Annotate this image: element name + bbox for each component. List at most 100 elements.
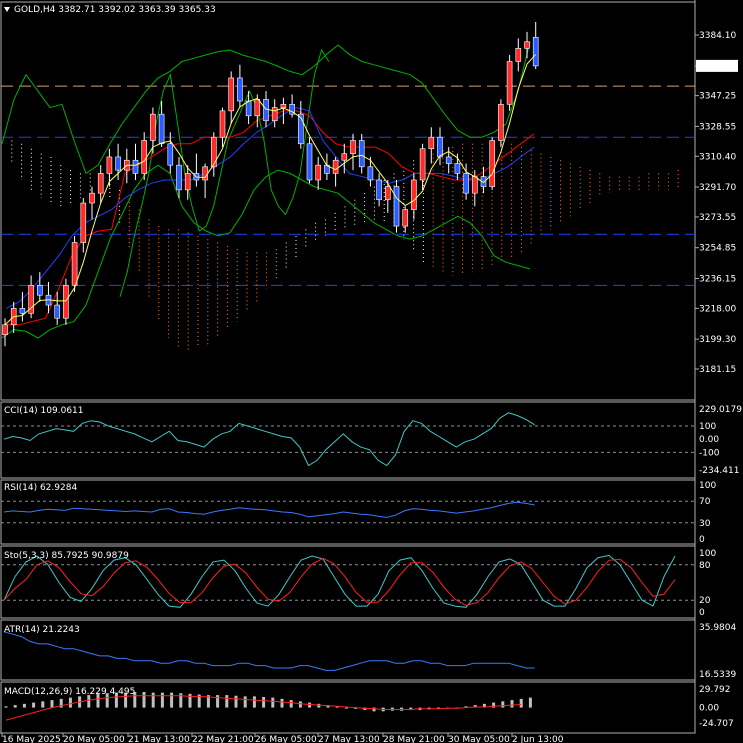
time-tick-label: 27 May 13:00 [318,735,380,743]
candle [158,113,165,145]
candle [36,285,43,296]
time-tick-label: 2 Jun 13:00 [512,735,564,743]
rsi-tick-label: 0 [699,535,705,545]
candle [315,164,322,181]
candle [106,156,113,174]
macd-histogram-bar [170,692,174,708]
stochastic-tick-label: 100 [699,549,716,559]
stochastic-pane[interactable]: Sto(5,3,3) 85.7925 90.9879 100 80 20 0 [1,549,716,618]
cci-pane[interactable]: CCI(14) 109.0611 229.0179 100 0.00 -100 -234.… [1,405,742,476]
macd-histogram-bar [519,698,523,708]
macd-histogram-bar [252,696,256,708]
candle [228,77,234,112]
candle [350,140,356,154]
macd-histogram-bar [308,702,312,708]
cci-tick-label: 0.00 [699,435,719,445]
price-tick-label: 3218.00 [699,304,736,314]
candle [506,61,513,105]
candle [437,136,443,158]
candle [63,285,69,319]
time-tick-label: 16 May 2025 [2,735,61,743]
candle [384,186,391,201]
price-tick-label: 3236.15 [699,274,736,284]
candle [341,153,348,161]
macd-histogram-bar [243,696,247,708]
macd-histogram-bar [298,701,302,708]
atr-label: ATR(14) 21.2243 [4,625,80,635]
stochastic-tick-label: 80 [699,561,711,571]
candle [498,103,504,141]
price-tick-label: 3384.10 [699,31,736,41]
macd-histogram-bar [271,697,275,708]
trading-chart-window[interactable]: GOLD,H4 3382.71 3392.02 3363.39 3365.33 3… [0,0,743,743]
chevron-down-icon[interactable] [4,7,10,12]
candle [219,110,226,138]
macd-histogram-bar [528,697,532,708]
candle [445,156,452,164]
candle [132,159,139,174]
candle [254,99,261,117]
cci-pane-border [0,401,696,479]
current-price-label: 3365.33 [699,62,736,72]
candle [402,209,409,227]
candle [280,103,287,108]
candle [411,179,417,210]
candle [524,41,530,49]
macd-histogram-bar [32,702,36,708]
stochastic-d-line [3,557,676,607]
macd-histogram-bar [344,707,348,709]
candle [237,77,243,102]
macd-histogram-bar [280,698,284,708]
candle [167,143,174,166]
candle [532,36,539,67]
macd-histogram-bar [151,692,155,708]
candle [245,100,252,117]
main-pane[interactable]: GOLD,H4 3382.71 3392.02 3363.39 3365.33 [1,5,695,352]
macd-histogram-bar [510,700,514,708]
atr-line [3,631,535,671]
candle [19,308,26,314]
candle [306,143,313,181]
candle [2,324,8,335]
moving-average-line [4,54,537,326]
candle [489,140,496,187]
candle [454,163,461,174]
macd-tick-label: 29.792 [699,685,731,695]
chikou-span [119,48,330,297]
candle [89,192,95,204]
cci-tick-label: -234.411 [699,466,739,476]
candle [141,140,147,174]
atr-pane[interactable]: ATR(14) 21.2243 35.9804 16.5339 [3,623,736,680]
candle [115,156,121,171]
rsi-pane-border [0,479,696,545]
time-tick-label: 21 May 13:00 [128,735,190,743]
cci-tick-label: 229.0179 [699,405,742,415]
macd-histogram-bar [142,691,146,708]
macd-histogram-bar [160,692,164,708]
candle [393,186,400,227]
rsi-pane[interactable]: RSI(14) 62.9284 100 70 30 0 [1,481,716,545]
macd-histogram-bar [225,695,229,708]
macd-histogram-bar [13,705,17,708]
candle [271,107,278,122]
time-tick-label: 22 May 21:00 [192,735,254,743]
time-tick-label: 28 May 21:00 [383,735,445,743]
time-tick-label: 20 May 05:00 [63,735,125,743]
time-tick-label: 26 May 05:00 [255,735,317,743]
rsi-tick-label: 100 [699,481,716,491]
macd-histogram-bar [501,701,505,708]
macd-tick-label: -24.707 [699,719,734,729]
macd-histogram-bar [262,696,266,708]
candle [184,173,191,191]
macd-tick-label: 0.00 [699,704,719,714]
macd-pane[interactable]: MACD(12,26,9) 16.229 4.495 29.792 0.00 -24.… [4,685,734,729]
chart-canvas[interactable]: GOLD,H4 3382.71 3392.02 3363.39 3365.33 3… [0,0,743,743]
candle [515,48,522,62]
price-tick-label: 3181.15 [699,365,736,375]
time-tick-label: 30 May 05:00 [448,735,510,743]
price-tick-label: 3328.55 [699,122,736,132]
price-tick-label: 3273.55 [699,213,736,223]
candle [376,179,382,201]
price-tick-label: 3291.70 [699,183,736,193]
candle [71,242,78,286]
